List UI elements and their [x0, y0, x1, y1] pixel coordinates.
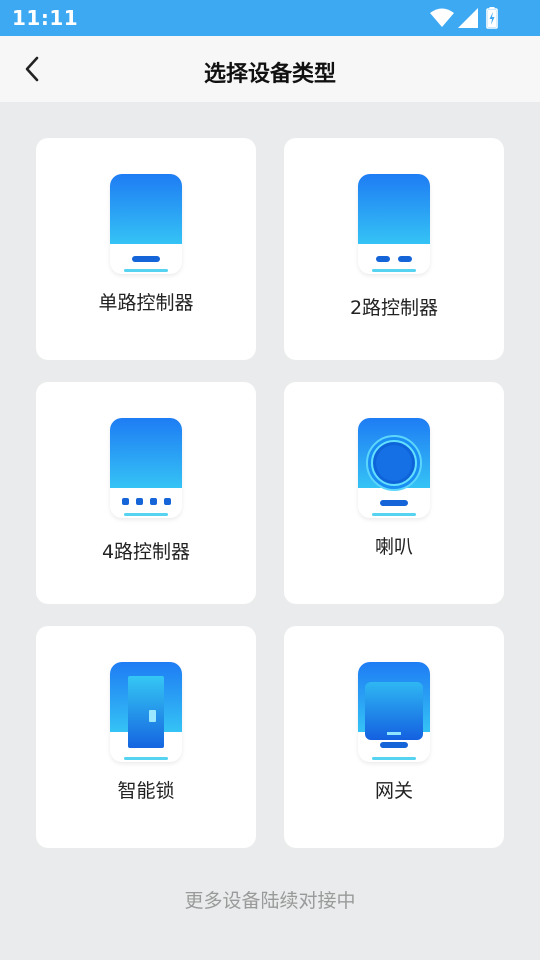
- status-icons: [430, 7, 500, 29]
- device-label: 2路控制器: [349, 297, 439, 319]
- status-bar: 11:11: [0, 0, 540, 36]
- device-label: 单路控制器: [98, 292, 194, 314]
- device-card-2-channel-controller[interactable]: 2路控制器: [284, 138, 504, 360]
- speaker-icon: [358, 418, 430, 518]
- page-title: 选择设备类型: [203, 62, 336, 87]
- device-label: 4路控制器: [101, 541, 191, 563]
- cellular-signal-icon: [458, 8, 478, 28]
- wifi-icon: [430, 8, 454, 27]
- device-label: 智能锁: [117, 780, 175, 802]
- smart-lock-icon: [110, 662, 182, 762]
- four-channel-controller-icon: [110, 418, 182, 518]
- device-card-speaker[interactable]: 喇叭: [284, 382, 504, 604]
- device-card-single-controller[interactable]: 单路控制器: [36, 138, 256, 360]
- device-label: 网关: [374, 780, 413, 802]
- footer-note: 更多设备陆续对接中: [184, 890, 356, 912]
- single-controller-icon: [110, 174, 182, 274]
- gateway-icon: [358, 662, 430, 762]
- device-card-gateway[interactable]: 网关: [284, 626, 504, 848]
- two-channel-controller-icon: [358, 174, 430, 274]
- device-label: 喇叭: [374, 536, 413, 558]
- device-card-4-channel-controller[interactable]: 4路控制器: [36, 382, 256, 604]
- app-bar: 选择设备类型: [0, 36, 540, 102]
- device-card-smart-lock[interactable]: 智能锁: [36, 626, 256, 848]
- status-time: 11:11: [12, 6, 79, 30]
- battery-charging-icon: [486, 7, 498, 29]
